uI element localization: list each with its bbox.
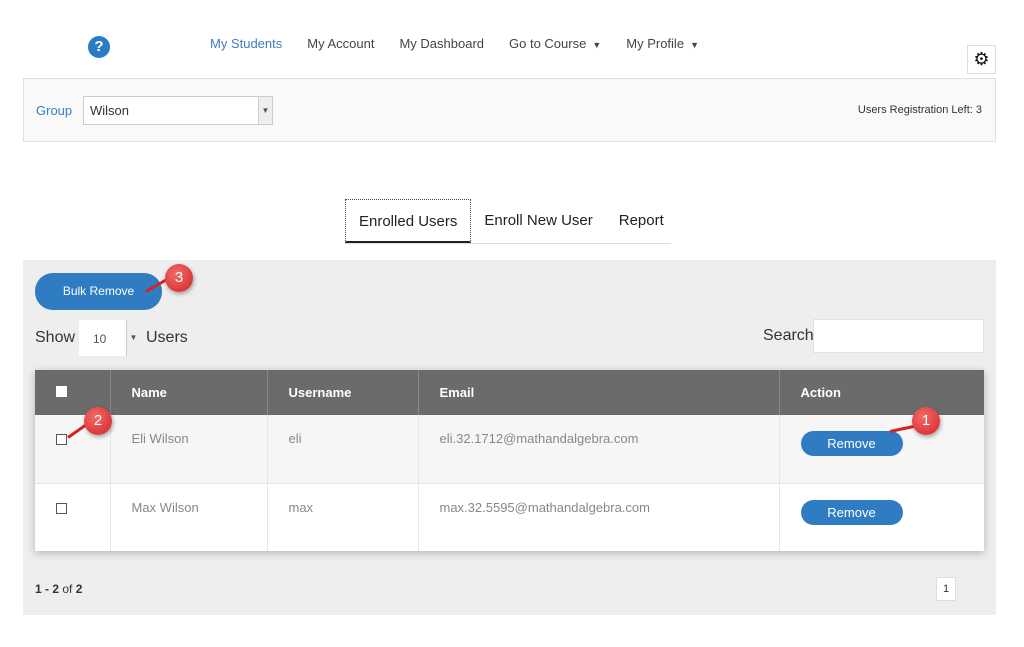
remove-button[interactable]: Remove <box>800 431 903 456</box>
page-button[interactable]: 1 <box>936 577 956 601</box>
pagination-info: 1 - 2 of 2 <box>35 582 82 596</box>
select-all-checkbox[interactable] <box>56 386 67 397</box>
cell-name: Eli Wilson <box>110 415 268 483</box>
callout-badge: 2 <box>84 407 112 435</box>
pagination-of: of <box>62 582 73 596</box>
settings-button[interactable]: ⚙ <box>967 45 996 74</box>
help-icon[interactable]: ? <box>88 36 110 58</box>
row-checkbox[interactable] <box>56 434 67 445</box>
search-input[interactable] <box>813 319 984 353</box>
top-navigation: My Students My Account My Dashboard Go t… <box>210 36 724 51</box>
cell-email: eli.32.1712@mathandalgebra.com <box>418 415 780 483</box>
chevron-down-icon: ▼ <box>258 97 272 124</box>
row-checkbox[interactable] <box>56 502 67 514</box>
show-label: Show <box>35 329 76 346</box>
chevron-down-icon: ▼ <box>592 40 602 50</box>
pagination-total: 2 <box>75 582 83 596</box>
callout-badge: 1 <box>912 407 940 435</box>
cell-username: eli <box>267 415 419 483</box>
pagination-range: 1 - 2 <box>35 582 60 596</box>
page-size-value: 10 <box>93 332 107 346</box>
group-select[interactable]: Wilson ▼ <box>83 96 273 125</box>
cell-action: Remove <box>779 415 984 483</box>
users-panel: Bulk Remove Show 10 ▼ Users Search Name … <box>23 260 996 615</box>
tab-enrolled-users[interactable]: Enrolled Users <box>345 199 472 243</box>
page-size-select[interactable]: 10 ▼ <box>78 319 141 357</box>
nav-my-dashboard[interactable]: My Dashboard <box>399 36 484 51</box>
search-label: Search <box>763 327 814 344</box>
column-header-email: Email <box>418 370 780 415</box>
nav-my-account[interactable]: My Account <box>307 36 374 51</box>
chevron-down-icon: ▼ <box>690 40 699 50</box>
group-label: Group <box>36 103 73 118</box>
column-header-username: Username <box>267 370 419 415</box>
tab-enroll-new-user[interactable]: Enroll New User <box>471 199 605 243</box>
cell-name: Max Wilson <box>110 482 268 551</box>
column-header-action: Action <box>779 370 984 415</box>
nav-my-profile[interactable]: My Profile ▼ <box>626 36 699 51</box>
tab-bar: Enrolled Users Enroll New User Report <box>345 199 671 244</box>
table-row: Max Wilson max max.32.5595@mathandalgebr… <box>35 482 984 551</box>
cell-username: max <box>267 482 419 551</box>
cell-email: max.32.5595@mathandalgebra.com <box>418 482 780 551</box>
registration-left-text: Users Registration Left: 3 <box>857 104 982 116</box>
remove-button[interactable]: Remove <box>800 499 903 525</box>
nav-go-to-course[interactable]: Go to Course ▼ <box>509 36 601 51</box>
group-panel: Group Wilson ▼ Users Registration Left: … <box>23 78 996 142</box>
group-select-value: Wilson <box>90 103 130 118</box>
chevron-down-icon: ▼ <box>126 320 140 356</box>
cell-action: Remove <box>779 482 984 551</box>
tab-report[interactable]: Report <box>606 199 677 243</box>
bulk-remove-button[interactable]: Bulk Remove <box>35 273 162 310</box>
users-label: Users <box>146 329 188 346</box>
row-select-cell <box>35 482 111 551</box>
users-table: Name Username Email Action Eli Wilson el… <box>35 370 984 551</box>
table-row: Eli Wilson eli eli.32.1712@mathandalgebr… <box>35 415 984 483</box>
table-header-row: Name Username Email Action <box>35 370 984 415</box>
nav-my-students[interactable]: My Students <box>210 36 282 51</box>
callout-badge: 3 <box>165 264 193 292</box>
gear-icon: ⚙ <box>973 49 990 69</box>
column-header-name: Name <box>110 370 268 415</box>
